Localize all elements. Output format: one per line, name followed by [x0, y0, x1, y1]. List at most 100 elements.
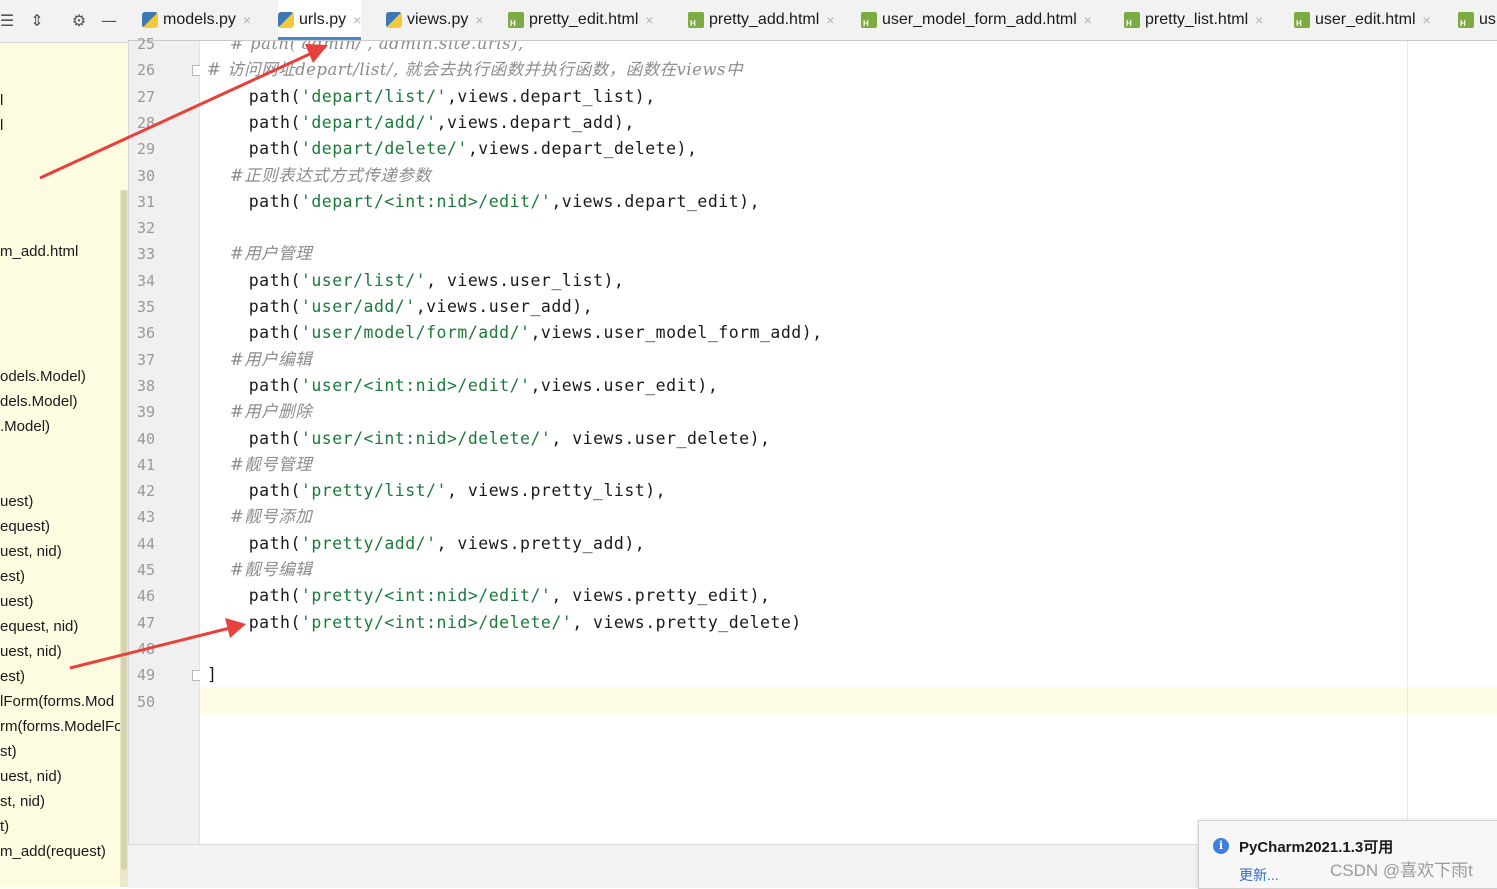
structure-item[interactable]: equest, nid)	[0, 616, 78, 638]
code-line[interactable]: path('pretty/list/', views.pretty_list),	[207, 478, 666, 504]
line-number: 47	[136, 613, 155, 632]
code-line[interactable]: path('user/add/',views.user_add),	[207, 294, 593, 320]
code-line[interactable]: path('depart/<int:nid>/edit/',views.depa…	[207, 189, 760, 215]
line-number: 44	[136, 534, 155, 553]
code-line[interactable]: #靓号编辑	[207, 557, 312, 583]
structure-item[interactable]: uest)	[0, 491, 33, 513]
line-number: 30	[136, 166, 155, 185]
gear-icon[interactable]: ⚙	[70, 12, 88, 30]
tab-pretty-add-html[interactable]: Hpretty_add.html ×	[688, 0, 834, 40]
current-line-highlight	[200, 687, 1497, 713]
code-line[interactable]: # path('admin/', admin.site.urls),	[207, 41, 524, 57]
code-comment: # path('admin/', admin.site.urls),	[207, 41, 524, 53]
code-line[interactable]: path('depart/list/',views.depart_list),	[207, 84, 656, 110]
code-line[interactable]: #用户删除	[207, 399, 312, 425]
code-line[interactable]: #靓号管理	[207, 452, 312, 478]
structure-item[interactable]: odels.Model)	[0, 366, 86, 388]
tab-label: user_edit.html	[1315, 11, 1416, 28]
structure-item[interactable]: lForm(forms.Mod	[0, 691, 114, 713]
structure-item[interactable]: l	[0, 115, 3, 137]
code-line[interactable]: path('pretty/<int:nid>/delete/', views.p…	[207, 610, 802, 636]
tab-pretty-edit-html[interactable]: Hpretty_edit.html ×	[508, 0, 654, 40]
structure-item[interactable]: t)	[0, 816, 9, 838]
structure-item[interactable]: uest, nid)	[0, 541, 62, 563]
tab-label: us	[1479, 11, 1496, 28]
tab-views-py[interactable]: views.py ×	[386, 0, 484, 40]
tab-us[interactable]: Hus	[1458, 0, 1496, 40]
code-line[interactable]: path('depart/delete/',views.depart_delet…	[207, 136, 697, 162]
tab-models-py[interactable]: models.py ×	[142, 0, 251, 40]
notification-title: PyCharm2021.1.3可用	[1239, 839, 1394, 856]
string-literal: 'user/<int:nid>/edit/'	[300, 375, 531, 395]
close-icon[interactable]: ×	[1423, 12, 1431, 28]
expand-all-icon[interactable]: ☰	[0, 12, 16, 30]
code-comment: #用户管理	[207, 244, 313, 264]
code-line[interactable]: path('depart/add/',views.depart_add),	[207, 110, 635, 136]
structure-item[interactable]: uest)	[0, 591, 33, 613]
close-icon[interactable]: ×	[475, 12, 483, 28]
code-line[interactable]: ]	[207, 662, 217, 688]
tab-label: models.py	[163, 11, 236, 28]
close-icon[interactable]: ×	[353, 12, 361, 28]
tab-pretty-list-html[interactable]: Hpretty_list.html ×	[1124, 0, 1263, 40]
code-token: ,views.depart_delete),	[467, 139, 698, 159]
line-number: 39	[136, 403, 155, 422]
code-line[interactable]: path('pretty/add/', views.pretty_add),	[207, 531, 645, 557]
structure-item[interactable]: m_add(request)	[0, 841, 106, 863]
line-number: 25	[136, 35, 155, 53]
code-line[interactable]: path('user/list/', views.user_list),	[207, 268, 624, 294]
close-icon[interactable]: ×	[243, 12, 251, 28]
code-comment: # 访问网址depart/list/, 就会去执行函数并执行函数，函数在view…	[207, 60, 744, 80]
tab-user-edit-html[interactable]: Huser_edit.html ×	[1294, 0, 1431, 40]
structure-item[interactable]: rm(forms.ModelFo	[0, 716, 123, 738]
structure-item[interactable]: uest, nid)	[0, 766, 62, 788]
tab-user-model-form-add-html[interactable]: Huser_model_form_add.html ×	[861, 0, 1092, 40]
structure-item[interactable]: st, nid)	[0, 791, 45, 813]
structure-scrollbar-thumb[interactable]	[121, 190, 127, 870]
html-file-icon: H	[688, 12, 704, 28]
string-literal: 'pretty/<int:nid>/delete/'	[300, 612, 573, 632]
code-line[interactable]: path('user/<int:nid>/edit/',views.user_e…	[207, 373, 718, 399]
string-literal: 'depart/delete/'	[300, 139, 468, 159]
code-token: ,views.depart_edit),	[551, 191, 761, 211]
line-number: 40	[136, 429, 155, 448]
string-literal: 'user/<int:nid>/delete/'	[300, 428, 552, 448]
line-number: 41	[136, 455, 155, 474]
close-icon[interactable]: ×	[1255, 12, 1263, 28]
code-line[interactable]: #正则表达式方式传递参数	[207, 163, 431, 189]
code-line[interactable]: path('user/model/form/add/',views.user_m…	[207, 320, 823, 346]
structure-item[interactable]: l	[0, 90, 3, 112]
code-line[interactable]: #用户编辑	[207, 347, 312, 373]
code-line[interactable]: path('user/<int:nid>/delete/', views.use…	[207, 426, 770, 452]
string-literal: 'depart/add/'	[300, 112, 437, 132]
close-icon[interactable]: ×	[645, 12, 653, 28]
structure-item[interactable]: m_add.html	[0, 241, 78, 263]
code-editor[interactable]: # path('admin/', admin.site.urls), # 访问网址…	[200, 41, 1497, 844]
string-literal: 'user/list/'	[300, 270, 427, 290]
update-link[interactable]: 更新...	[1239, 865, 1279, 885]
line-number: 29	[136, 140, 155, 159]
structure-item[interactable]: est)	[0, 666, 25, 688]
line-number: 32	[136, 219, 155, 238]
code-comment: #靓号编辑	[207, 560, 313, 579]
code-line[interactable]: # 访问网址depart/list/, 就会去执行函数并执行函数，函数在view…	[207, 57, 743, 83]
tab-label: user_model_form_add.html	[882, 11, 1077, 28]
close-icon[interactable]: ×	[1084, 12, 1092, 28]
structure-item[interactable]: .Model)	[0, 416, 50, 438]
collapse-all-icon[interactable]: ⇕	[28, 12, 46, 30]
code-line[interactable]: #用户管理	[207, 241, 312, 267]
tab-urls-py[interactable]: urls.py ×	[278, 0, 362, 40]
code-token: ,views.user_edit),	[530, 375, 719, 395]
line-number: 35	[136, 298, 155, 316]
line-number: 46	[136, 587, 155, 606]
code-line[interactable]: path('pretty/<int:nid>/edit/', views.pre…	[207, 583, 770, 609]
structure-item[interactable]: dels.Model)	[0, 391, 78, 413]
structure-item[interactable]: est)	[0, 566, 25, 588]
structure-item[interactable]: equest)	[0, 516, 50, 538]
structure-item[interactable]: st)	[0, 741, 17, 763]
close-icon[interactable]: ×	[826, 12, 834, 28]
structure-item[interactable]: uest, nid)	[0, 641, 62, 663]
html-file-icon: H	[1124, 12, 1140, 28]
minimize-icon[interactable]: —	[100, 12, 118, 30]
code-line[interactable]: #靓号添加	[207, 504, 312, 530]
